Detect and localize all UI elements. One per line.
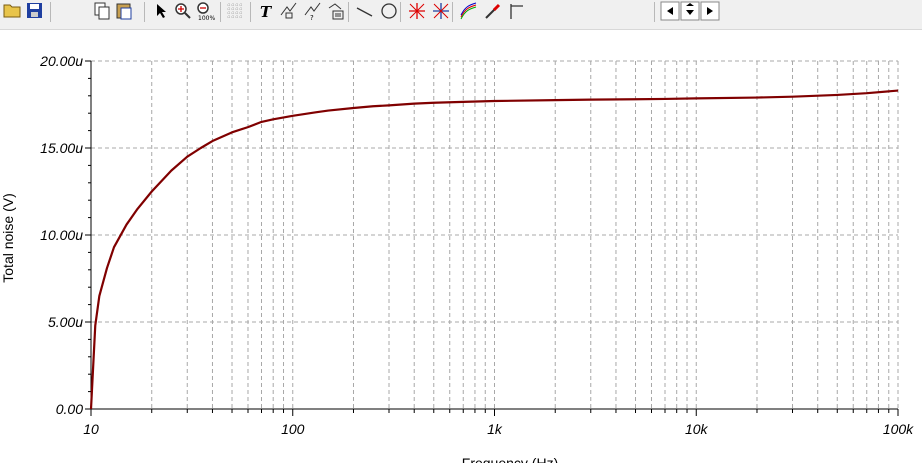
scroll-right-button[interactable]: [700, 0, 720, 22]
scroll-down-button[interactable]: [680, 0, 700, 22]
arrow-pointer-icon: [150, 0, 170, 22]
cursor-a-button[interactable]: [406, 0, 426, 22]
plot-area: 0.00 5.00u 10.00u 15.00u 20.00u 10 100 1k 10k 100…: [0, 30, 922, 463]
zoom-100-button[interactable]: 100%: [194, 0, 215, 22]
curve-label-2-button[interactable]: ?: [302, 0, 322, 22]
arrow-right-icon: [700, 0, 720, 22]
circle-icon: [378, 0, 398, 22]
y-tick-label: 20.00u: [39, 53, 83, 69]
zoom-100-icon: 100%: [194, 0, 215, 22]
marker-button[interactable]: [506, 0, 526, 22]
toolbar-separator: [50, 2, 51, 22]
svg-text:?: ?: [310, 14, 314, 22]
curves-button[interactable]: [458, 0, 478, 22]
x-tick-label: 100k: [883, 421, 914, 437]
x-tick-label: 1k: [487, 421, 503, 437]
y-axis-label: Total noise (V): [0, 193, 16, 282]
toolbar-separator: [220, 2, 221, 22]
open-file-button[interactable]: [2, 0, 22, 22]
x-axis-label: Frequency (Hz): [462, 455, 558, 463]
line-icon: [354, 0, 374, 22]
x-tick-label: 10: [83, 421, 99, 437]
marker-icon: [506, 0, 526, 22]
scroll-left-button[interactable]: [660, 0, 680, 22]
zoom-in-icon: [172, 0, 192, 22]
y-tick-label: 10.00u: [40, 227, 83, 243]
cursor-b-button[interactable]: [430, 0, 450, 22]
floppy-disk-icon: [24, 0, 44, 22]
curve-label-3-icon: [326, 0, 346, 22]
paste-icon: [114, 0, 134, 22]
select-pointer-button[interactable]: [150, 0, 170, 22]
toolbar-separator: [144, 2, 145, 22]
toolbar-separator: [400, 2, 401, 22]
text-t-icon: T: [256, 0, 276, 22]
curves-icon: [458, 0, 478, 22]
svg-text:T: T: [260, 3, 273, 21]
paste-button[interactable]: [114, 0, 134, 22]
text-tool-button[interactable]: T: [256, 0, 276, 22]
y-tick-label: 0.00: [56, 401, 83, 417]
arrow-left-icon: [660, 0, 680, 22]
copy-icon: [92, 0, 112, 22]
curve-label-3-button[interactable]: [326, 0, 346, 22]
graph-toolbar: 100% T?: [0, 0, 922, 30]
cursor-b-icon: [430, 0, 450, 22]
copy-button[interactable]: [92, 0, 112, 22]
grid-button[interactable]: [224, 0, 244, 22]
y-tick-label: 15.00u: [40, 140, 83, 156]
grid: [91, 60, 899, 409]
toolbar-separator: [654, 2, 655, 22]
zoom-in-button[interactable]: [172, 0, 192, 22]
grid-icon: [224, 0, 244, 22]
tick-labels: 0.00 5.00u 10.00u 15.00u 20.00u 10 100 1k 10k 100…: [39, 53, 914, 437]
probe-icon: [482, 0, 502, 22]
cursor-a-icon: [406, 0, 426, 22]
toolbar-separator: [348, 2, 349, 22]
noise-chart: 0.00 5.00u 10.00u 15.00u 20.00u 10 100 1k 10k 100…: [0, 53, 914, 463]
circle-tool-button[interactable]: [378, 0, 398, 22]
probe-button[interactable]: [482, 0, 502, 22]
curve-label-icon: [278, 0, 298, 22]
curve-label-2-icon: ?: [302, 0, 322, 22]
x-tick-label: 100: [281, 421, 305, 437]
toolbar-separator: [452, 2, 453, 22]
save-button[interactable]: [24, 0, 44, 22]
folder-open-icon: [2, 0, 22, 22]
axes: [85, 60, 899, 416]
line-tool-button[interactable]: [354, 0, 374, 22]
arrow-down-icon: [680, 0, 700, 22]
toolbar-separator: [250, 2, 251, 22]
svg-text:100%: 100%: [198, 15, 215, 22]
curve-label-button[interactable]: [278, 0, 298, 22]
y-tick-label: 5.00u: [48, 314, 83, 330]
x-tick-label: 10k: [685, 421, 709, 437]
